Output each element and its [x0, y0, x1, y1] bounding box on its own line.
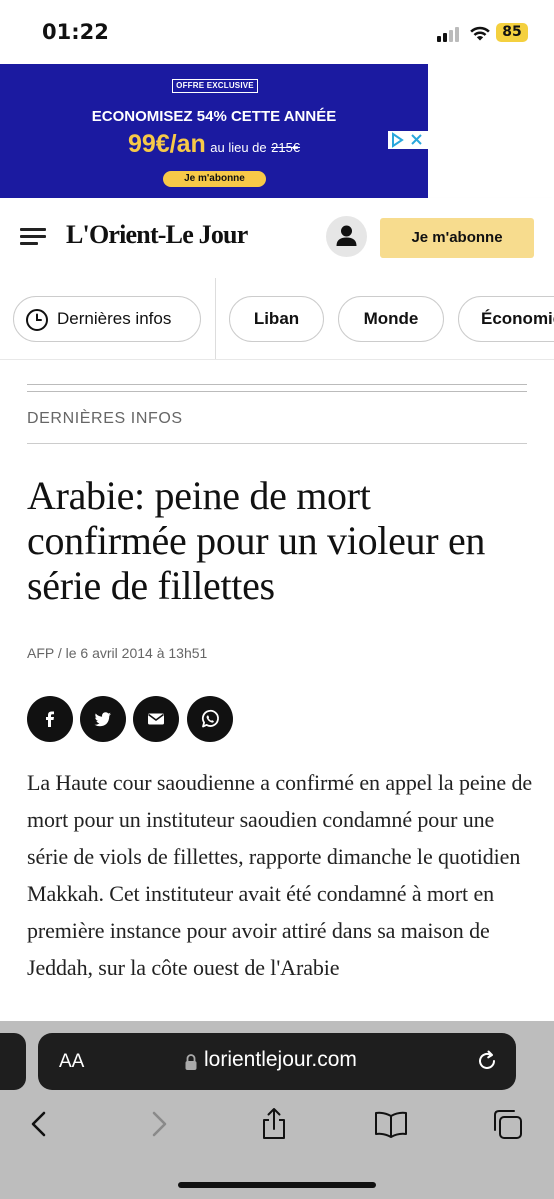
- ad-old-price: 215€: [271, 140, 301, 155]
- article-headline: Arabie: peine de mort confirmée pour un …: [27, 473, 486, 608]
- whatsapp-icon: [201, 709, 219, 728]
- wifi-icon: [470, 26, 490, 41]
- nav-divider: [215, 278, 216, 359]
- ad-price-row: 99€/an au lieu de 215€: [0, 130, 428, 159]
- url-text: lorientlejour.com: [204, 1048, 357, 1071]
- category-pill-liban[interactable]: Liban: [229, 296, 324, 342]
- facebook-icon: [46, 711, 54, 727]
- ad-compare-text: au lieu de: [210, 140, 267, 155]
- status-time: 01:22: [42, 20, 109, 44]
- menu-icon[interactable]: [20, 228, 46, 246]
- ad-banner[interactable]: OFFRE EXCLUSIVE ECONOMISEZ 54% CETTE ANN…: [0, 64, 428, 198]
- reload-icon[interactable]: [475, 1049, 499, 1073]
- status-bar: 01:22 85: [0, 0, 554, 64]
- ad-headline: ECONOMISEZ 54% CETTE ANNÉE: [91, 108, 337, 125]
- article-body: La Haute cour saoudienne a confirmé en a…: [27, 770, 533, 980]
- category-pill-monde[interactable]: Monde: [338, 296, 444, 342]
- site-logo[interactable]: L'Orient-Le Jour: [66, 220, 248, 250]
- lock-icon: [185, 1054, 197, 1070]
- latest-news-pill[interactable]: Dernières infos: [13, 296, 201, 342]
- bookmarks-icon[interactable]: [373, 1107, 409, 1141]
- ad-badge: OFFRE EXCLUSIVE: [172, 79, 258, 93]
- article-byline: AFP / le 6 avril 2014 à 13h51: [27, 645, 208, 661]
- latest-news-label: Dernières infos: [57, 309, 172, 328]
- share-icon[interactable]: [258, 1107, 290, 1141]
- battery-indicator: 85: [496, 23, 528, 42]
- share-facebook-button[interactable]: [27, 696, 73, 742]
- twitter-icon: [94, 712, 111, 727]
- ad-subscribe-button[interactable]: Je m'abonne: [163, 171, 266, 187]
- section-divider: [27, 384, 527, 392]
- aa-label: AA: [59, 1051, 85, 1072]
- address-bar[interactable]: AA lorientlejour.com: [38, 1033, 516, 1090]
- tabs-icon[interactable]: [492, 1107, 524, 1141]
- account-button[interactable]: [326, 216, 367, 257]
- clock-icon: [26, 309, 48, 331]
- category-pill-economie[interactable]: Économie: [458, 296, 554, 342]
- share-email-button[interactable]: [133, 696, 179, 742]
- share-whatsapp-button[interactable]: [187, 696, 233, 742]
- back-icon[interactable]: [23, 1107, 55, 1141]
- site-header: L'Orient-Le Jour Je m'abonne: [0, 198, 554, 278]
- share-buttons: [27, 696, 247, 742]
- category-nav: Dernières infos Liban Monde Économie: [0, 278, 554, 360]
- envelope-icon: [148, 713, 164, 725]
- ad-price: 99€/an: [127, 130, 206, 158]
- share-twitter-button[interactable]: [80, 696, 126, 742]
- previous-tab-preview[interactable]: [0, 1033, 26, 1090]
- forward-icon[interactable]: [143, 1107, 175, 1141]
- adchoices-icon[interactable]: [388, 131, 428, 149]
- user-icon: [336, 225, 357, 246]
- section-label[interactable]: DERNIÈRES INFOS: [27, 410, 183, 428]
- home-indicator: [178, 1182, 376, 1188]
- browser-toolbar: AA lorientlejour.com: [0, 1021, 554, 1199]
- divider: [27, 443, 527, 444]
- reader-settings-button[interactable]: AA: [59, 1051, 84, 1073]
- subscribe-button[interactable]: Je m'abonne: [380, 218, 534, 258]
- cellular-signal-icon: [437, 26, 463, 42]
